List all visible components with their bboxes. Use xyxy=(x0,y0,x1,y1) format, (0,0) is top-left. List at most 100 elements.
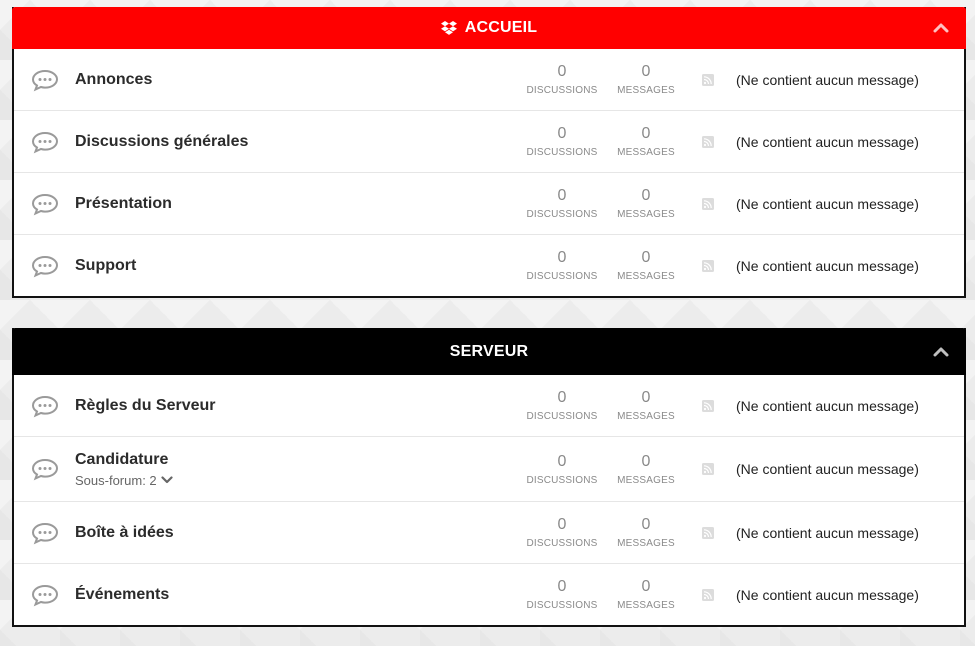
discussions-stat: 0 DISCUSSIONS xyxy=(520,187,604,220)
category-serveur: SERVEUR Règles du Serveur 0 DISCUSSIONS … xyxy=(12,328,966,627)
discussions-count: 0 xyxy=(557,63,567,80)
category-title[interactable]: ACCUEIL xyxy=(465,19,538,37)
dropbox-icon xyxy=(440,20,457,35)
messages-count: 0 xyxy=(641,389,651,406)
last-post-info: (Ne contient aucun message) xyxy=(736,586,919,603)
speech-bubbles-icon xyxy=(31,255,59,277)
discussions-count: 0 xyxy=(557,249,567,266)
messages-stat: 0 MESSAGES xyxy=(604,516,688,549)
collapse-chevron-up-icon[interactable] xyxy=(932,19,950,37)
speech-bubbles-icon xyxy=(31,584,59,606)
forum-title-link[interactable]: Candidature xyxy=(75,451,520,469)
messages-count: 0 xyxy=(641,63,651,80)
rss-icon[interactable] xyxy=(702,588,714,601)
messages-count: 0 xyxy=(641,249,651,266)
messages-count: 0 xyxy=(641,516,651,533)
forum-title-link[interactable]: Présentation xyxy=(75,195,520,213)
last-post-info: (Ne contient aucun message) xyxy=(736,397,919,414)
discussions-stat: 0 DISCUSSIONS xyxy=(520,389,604,422)
category-accueil: ACCUEIL Annonces 0 DISCUSSIONS 0 MESSAGE… xyxy=(12,7,966,298)
discussions-label: DISCUSSIONS xyxy=(526,209,598,220)
forum-title-link[interactable]: Événements xyxy=(75,586,520,604)
rss-icon[interactable] xyxy=(702,526,714,539)
messages-stat: 0 MESSAGES xyxy=(604,63,688,96)
category-header-accueil[interactable]: ACCUEIL xyxy=(12,7,966,49)
messages-stat: 0 MESSAGES xyxy=(604,453,688,486)
last-post-info: (Ne contient aucun message) xyxy=(736,195,919,212)
discussions-stat: 0 DISCUSSIONS xyxy=(520,125,604,158)
last-post-info: (Ne contient aucun message) xyxy=(736,133,919,150)
messages-label: MESSAGES xyxy=(617,538,675,549)
messages-label: MESSAGES xyxy=(617,600,675,611)
discussions-label: DISCUSSIONS xyxy=(526,85,598,96)
rss-icon[interactable] xyxy=(702,259,714,272)
forum-row-boite-a-idees: Boîte à idées 0 DISCUSSIONS 0 MESSAGES (… xyxy=(14,502,964,564)
messages-label: MESSAGES xyxy=(617,85,675,96)
messages-count: 0 xyxy=(641,578,651,595)
messages-count: 0 xyxy=(641,452,651,470)
last-post-info: (Ne contient aucun message) xyxy=(736,524,919,541)
discussions-stat: 0 DISCUSSIONS xyxy=(520,249,604,282)
messages-count: 0 xyxy=(641,187,651,204)
forum-row-candidature: Candidature Sous-forum: 2 0 DISCUSSIONS … xyxy=(14,437,964,502)
discussions-label: DISCUSSIONS xyxy=(526,600,598,611)
discussions-label: DISCUSSIONS xyxy=(526,271,598,282)
forum-row-annonces: Annonces 0 DISCUSSIONS 0 MESSAGES (Ne co… xyxy=(14,49,964,111)
discussions-label: DISCUSSIONS xyxy=(526,474,598,486)
messages-stat: 0 MESSAGES xyxy=(604,578,688,611)
forum-title-link[interactable]: Annonces xyxy=(75,71,520,89)
rss-icon[interactable] xyxy=(702,73,714,86)
last-post-info: (Ne contient aucun message) xyxy=(736,461,919,477)
messages-label: MESSAGES xyxy=(617,411,675,422)
messages-label: MESSAGES xyxy=(617,209,675,220)
forum-title-link[interactable]: Discussions générales xyxy=(75,133,520,151)
category-header-serveur[interactable]: SERVEUR xyxy=(12,328,966,375)
messages-stat: 0 MESSAGES xyxy=(604,249,688,282)
subforums-toggle[interactable]: Sous-forum: 2 xyxy=(75,473,520,488)
last-post-info: (Ne contient aucun message) xyxy=(736,71,919,88)
forum-title-link[interactable]: Règles du Serveur xyxy=(75,397,520,415)
discussions-count: 0 xyxy=(557,516,567,533)
forum-row-presentation: Présentation 0 DISCUSSIONS 0 MESSAGES (N… xyxy=(14,173,964,235)
messages-stat: 0 MESSAGES xyxy=(604,389,688,422)
last-post-info: (Ne contient aucun message) xyxy=(736,257,919,274)
speech-bubbles-icon xyxy=(31,69,59,91)
discussions-count: 0 xyxy=(557,187,567,204)
rss-icon[interactable] xyxy=(702,135,714,148)
discussions-count: 0 xyxy=(557,578,567,595)
discussions-label: DISCUSSIONS xyxy=(526,538,598,549)
messages-stat: 0 MESSAGES xyxy=(604,187,688,220)
discussions-stat: 0 DISCUSSIONS xyxy=(520,453,604,486)
discussions-stat: 0 DISCUSSIONS xyxy=(520,63,604,96)
discussions-label: DISCUSSIONS xyxy=(526,147,598,158)
collapse-chevron-up-icon[interactable] xyxy=(932,343,950,361)
forum-row-evenements: Événements 0 DISCUSSIONS 0 MESSAGES (Ne … xyxy=(14,564,964,625)
subforums-label: Sous-forum: 2 xyxy=(75,472,157,488)
forum-title-link[interactable]: Support xyxy=(75,257,520,275)
messages-stat: 0 MESSAGES xyxy=(604,125,688,158)
speech-bubbles-icon xyxy=(31,193,59,215)
discussions-stat: 0 DISCUSSIONS xyxy=(520,516,604,549)
forum-row-discussions-generales: Discussions générales 0 DISCUSSIONS 0 ME… xyxy=(14,111,964,173)
rss-icon[interactable] xyxy=(702,197,714,210)
chevron-down-icon xyxy=(161,476,173,484)
forum-row-support: Support 0 DISCUSSIONS 0 MESSAGES (Ne con… xyxy=(14,235,964,296)
messages-label: MESSAGES xyxy=(617,147,675,158)
discussions-count: 0 xyxy=(557,452,567,470)
speech-bubbles-icon xyxy=(31,458,59,481)
messages-label: MESSAGES xyxy=(617,474,675,486)
speech-bubbles-icon xyxy=(31,131,59,153)
rss-icon[interactable] xyxy=(702,399,714,412)
discussions-stat: 0 DISCUSSIONS xyxy=(520,578,604,611)
discussions-label: DISCUSSIONS xyxy=(526,411,598,422)
rss-icon[interactable] xyxy=(702,463,714,475)
messages-count: 0 xyxy=(641,125,651,142)
forum-title-link[interactable]: Boîte à idées xyxy=(75,524,520,542)
forum-row-regles-du-serveur: Règles du Serveur 0 DISCUSSIONS 0 MESSAG… xyxy=(14,375,964,437)
discussions-count: 0 xyxy=(557,389,567,406)
discussions-count: 0 xyxy=(557,125,567,142)
speech-bubbles-icon xyxy=(31,522,59,544)
messages-label: MESSAGES xyxy=(617,271,675,282)
category-title[interactable]: SERVEUR xyxy=(450,343,528,361)
speech-bubbles-icon xyxy=(31,395,59,417)
